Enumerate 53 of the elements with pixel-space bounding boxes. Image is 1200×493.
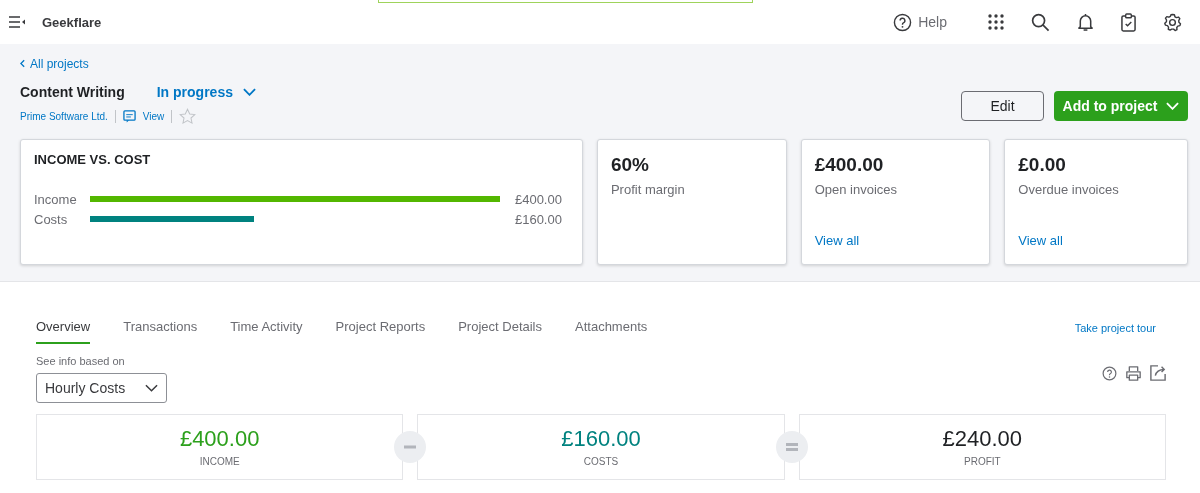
bar-label: Income <box>34 191 78 207</box>
tab[interactable]: Overview <box>36 319 91 344</box>
stat-label: Overdue invoices <box>1018 182 1120 197</box>
field-label: See info based on <box>36 355 126 367</box>
print-icon[interactable] <box>1125 365 1142 381</box>
total-amount: £400.00 <box>178 426 261 452</box>
stat-value: 60% <box>610 154 650 176</box>
bar-amount: £400.00 <box>513 191 562 207</box>
company-name: Geekflare <box>42 14 102 30</box>
total-label: PROFIT <box>963 456 1002 467</box>
total-amount: £240.00 <box>941 426 1024 452</box>
view-link[interactable]: View <box>142 111 165 122</box>
chevron-left-icon <box>20 59 25 68</box>
view-all-link[interactable]: View all <box>814 233 977 250</box>
search-icon[interactable] <box>1031 12 1050 32</box>
menu-icon[interactable] <box>8 15 26 29</box>
chevron-down-icon <box>145 384 158 392</box>
customer-link[interactable]: Prime Software Ltd. <box>20 111 108 122</box>
chevron-down-icon <box>243 88 256 96</box>
apps-grid-icon[interactable] <box>988 14 1004 30</box>
total-label: COSTS <box>582 456 620 467</box>
tab[interactable]: Project Reports <box>335 319 426 344</box>
stat-value: £0.00 <box>1018 154 1067 176</box>
stat-value: £400.00 <box>814 154 885 176</box>
bar-amount: £160.00 <box>513 211 562 227</box>
export-icon[interactable] <box>1150 365 1166 381</box>
help-icon[interactable] <box>1102 365 1117 381</box>
clipboard-check-icon[interactable] <box>1121 12 1136 32</box>
project-tour-link[interactable]: Take project tour <box>1074 322 1156 334</box>
basis-dropdown[interactable]: Hourly Costs <box>36 373 167 403</box>
view-all-link[interactable]: View all <box>1018 233 1174 250</box>
bell-icon[interactable] <box>1077 12 1094 32</box>
add-to-project-button[interactable]: Add to project <box>1054 91 1188 121</box>
total-label: INCOME <box>198 456 241 467</box>
help-icon <box>893 12 913 32</box>
chevron-down-icon <box>1166 102 1180 110</box>
stat-label: Open invoices <box>814 182 898 197</box>
bar-label: Costs <box>34 211 69 227</box>
star-icon[interactable] <box>179 108 197 125</box>
help-button[interactable]: Help <box>893 12 947 32</box>
settings-icon[interactable] <box>1163 12 1182 32</box>
total-amount: £160.00 <box>560 426 642 452</box>
project-name: Content Writing <box>20 84 125 100</box>
stat-label: Profit margin <box>610 182 686 197</box>
tab[interactable]: Attachments <box>575 319 648 344</box>
tab[interactable]: Time Activity <box>230 319 303 344</box>
document-icon[interactable] <box>122 110 136 123</box>
tab[interactable]: Transactions <box>123 319 198 344</box>
tab[interactable]: Project Details <box>458 319 542 344</box>
edit-button[interactable]: Edit <box>961 91 1044 121</box>
status-dropdown[interactable]: In progress <box>156 84 256 100</box>
card-title: INCOME VS. COST <box>34 152 152 167</box>
back-link[interactable]: All projects <box>20 56 89 71</box>
